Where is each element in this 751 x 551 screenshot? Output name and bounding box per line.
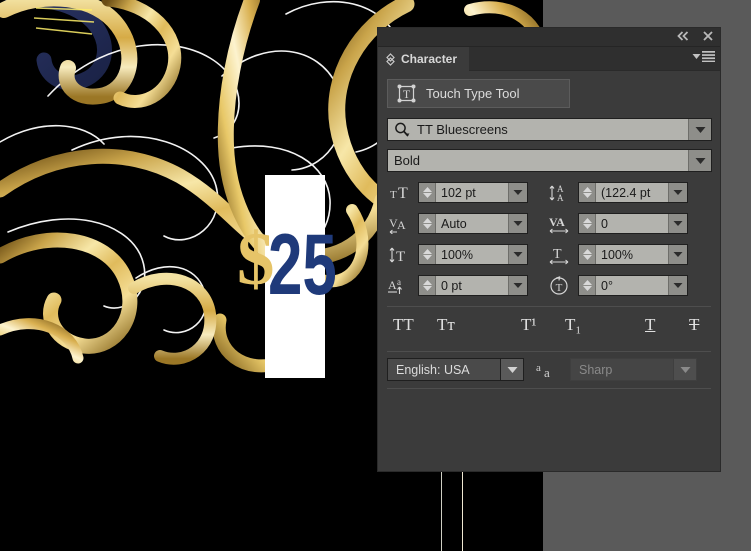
- font-size-stepper[interactable]: [419, 183, 436, 202]
- anti-aliasing-combo[interactable]: Sharp: [570, 358, 697, 381]
- font-size-dropdown-arrow[interactable]: [508, 183, 527, 202]
- leading-value[interactable]: (122.4 pt: [596, 183, 668, 202]
- svg-text:A: A: [557, 193, 564, 203]
- svg-text:a: a: [536, 362, 541, 374]
- kerning-field[interactable]: V A Auto: [387, 211, 547, 236]
- kerning-dropdown-arrow[interactable]: [508, 214, 527, 233]
- baseline-shift-icon: A a: [387, 275, 413, 297]
- strikethrough-button[interactable]: T: [689, 313, 699, 337]
- touch-type-tool-button[interactable]: T Touch Type Tool: [387, 79, 570, 108]
- double-chevron-left-icon[interactable]: [676, 30, 690, 42]
- close-icon[interactable]: [702, 30, 714, 42]
- font-style-dropdown-arrow[interactable]: [688, 150, 711, 171]
- language-and-antialias-row: English: USA a a Sharp: [387, 358, 711, 381]
- style-row-divider-top: [387, 306, 711, 307]
- panel-menu-icon[interactable]: [692, 51, 715, 62]
- all-caps-button[interactable]: TT: [393, 313, 414, 337]
- illustrator-window: $ 25 Character T Touch Type Tool TT Blue…: [0, 0, 751, 551]
- character-rotation-field[interactable]: T 0°: [547, 273, 712, 298]
- tab-character-label: Character: [401, 52, 458, 66]
- svg-text:A: A: [388, 278, 397, 292]
- svg-text:T: T: [556, 282, 563, 294]
- panel-body: T Touch Type Tool TT Bluescreens Bold T …: [378, 71, 720, 389]
- character-rotation-stepper[interactable]: [579, 276, 596, 295]
- character-attributes-grid: T T 102 pt A A (122.4 pt V A Auto VA 0 T…: [387, 180, 711, 298]
- font-size-field[interactable]: T T 102 pt: [387, 180, 547, 205]
- svg-text:T: T: [403, 87, 411, 101]
- underline-button[interactable]: T: [645, 313, 655, 337]
- kerning-value[interactable]: Auto: [436, 214, 508, 233]
- kerning-icon: V A: [387, 213, 413, 235]
- guide-line-right: [462, 470, 463, 551]
- svg-text:VA: VA: [549, 215, 565, 229]
- guide-line-left: [441, 470, 442, 551]
- horizontal-scale-icon: T: [547, 244, 573, 266]
- svg-text:T: T: [390, 189, 397, 201]
- small-caps-button[interactable]: Tᴛ: [437, 313, 455, 337]
- style-row-divider-bottom: [387, 351, 711, 352]
- panel-tabbar: Character: [378, 47, 720, 71]
- panel-titlebar: [378, 28, 720, 47]
- horizontal-scale-field[interactable]: T 100%: [547, 242, 712, 267]
- font-family-value: TT Bluescreens: [417, 122, 508, 137]
- vertical-scale-dropdown-arrow[interactable]: [508, 245, 527, 264]
- anti-aliasing-value: Sharp: [579, 362, 613, 377]
- horizontal-scale-value[interactable]: 100%: [596, 245, 668, 264]
- svg-text:a: a: [544, 365, 550, 380]
- tracking-stepper[interactable]: [579, 214, 596, 233]
- anti-aliasing-dropdown-arrow[interactable]: [673, 359, 696, 380]
- svg-text:T: T: [398, 185, 408, 202]
- character-rotation-icon: T: [547, 275, 573, 297]
- language-dropdown-arrow[interactable]: [500, 359, 523, 380]
- kerning-stepper[interactable]: [419, 214, 436, 233]
- subscript-button[interactable]: T₁: [565, 313, 581, 337]
- font-style-value: Bold: [394, 153, 421, 168]
- touch-type-tool-label: Touch Type Tool: [426, 86, 520, 101]
- vertical-scale-value[interactable]: 100%: [436, 245, 508, 264]
- panel-bottom-divider: [387, 388, 711, 389]
- font-search-icon: [394, 122, 411, 138]
- baseline-shift-dropdown-arrow[interactable]: [508, 276, 527, 295]
- leading-field[interactable]: A A (122.4 pt: [547, 180, 712, 205]
- superscript-button[interactable]: T¹: [521, 313, 536, 337]
- anti-aliasing-icon: a a: [534, 360, 560, 380]
- svg-text:T: T: [553, 247, 562, 262]
- tab-character[interactable]: Character: [378, 47, 470, 71]
- svg-text:a: a: [397, 277, 401, 287]
- font-family-combo[interactable]: TT Bluescreens: [387, 118, 712, 141]
- character-rotation-dropdown-arrow[interactable]: [668, 276, 687, 295]
- leading-stepper[interactable]: [579, 183, 596, 202]
- font-style-combo[interactable]: Bold: [387, 149, 712, 172]
- language-value: English: USA: [396, 362, 470, 377]
- svg-text:T: T: [396, 249, 405, 265]
- horizontal-scale-stepper[interactable]: [579, 245, 596, 264]
- tracking-icon: VA: [547, 213, 573, 235]
- baseline-shift-stepper[interactable]: [419, 276, 436, 295]
- tracking-value[interactable]: 0: [596, 214, 668, 233]
- font-size-icon: T T: [387, 182, 413, 204]
- leading-dropdown-arrow[interactable]: [668, 183, 687, 202]
- font-size-value[interactable]: 102 pt: [436, 183, 508, 202]
- baseline-shift-value[interactable]: 0 pt: [436, 276, 508, 295]
- language-combo[interactable]: English: USA: [387, 358, 524, 381]
- character-rotation-value[interactable]: 0°: [596, 276, 668, 295]
- panel-grip-icon: [386, 52, 395, 66]
- touch-type-tool-icon: T: [397, 84, 416, 103]
- font-family-dropdown-arrow[interactable]: [688, 119, 711, 140]
- baseline-shift-field[interactable]: A a 0 pt: [387, 273, 547, 298]
- svg-text:A: A: [397, 218, 406, 232]
- tracking-field[interactable]: VA 0: [547, 211, 712, 236]
- leading-icon: A A: [547, 182, 573, 204]
- horizontal-scale-dropdown-arrow[interactable]: [668, 245, 687, 264]
- type-style-buttons: TT Tᴛ T¹ T₁ T T: [387, 309, 711, 343]
- vertical-scale-icon: T: [387, 244, 413, 266]
- price-amount-text[interactable]: 25: [268, 222, 337, 308]
- character-panel: Character T Touch Type Tool TT Bluescree…: [377, 27, 721, 472]
- vertical-scale-stepper[interactable]: [419, 245, 436, 264]
- vertical-scale-field[interactable]: T 100%: [387, 242, 547, 267]
- tracking-dropdown-arrow[interactable]: [668, 214, 687, 233]
